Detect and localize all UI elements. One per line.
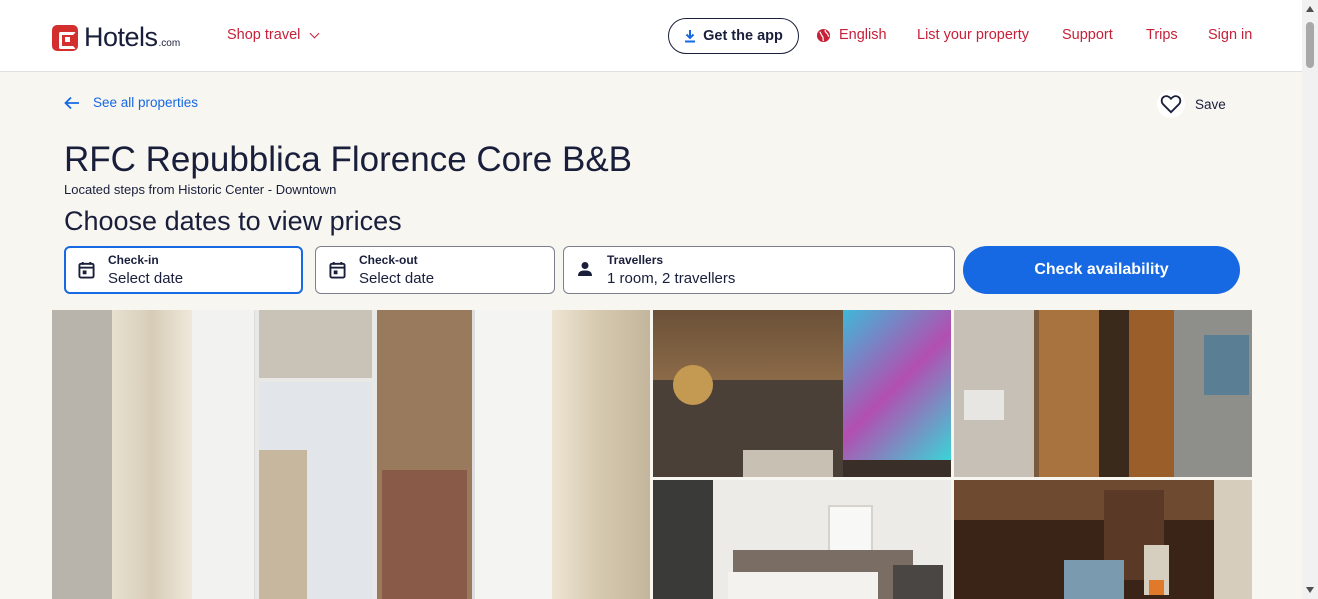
shop-travel-label: Shop travel [227,27,301,43]
travellers-label: Travellers [607,253,664,267]
check-in-field[interactable]: Check-in Select date [64,246,303,294]
calendar-icon [329,261,346,279]
check-out-value: Select date [359,270,435,287]
hotels-logo-icon [52,24,78,51]
list-your-property-link[interactable]: List your property [917,27,1029,43]
sign-in-link[interactable]: Sign in [1208,27,1252,43]
choose-dates-heading: Choose dates to view prices [64,206,402,236]
get-app-label: Get the app [703,28,783,44]
language-selector[interactable]: English [816,27,887,43]
travellers-value: 1 room, 2 travellers [607,270,736,287]
check-out-field[interactable]: Check-out Select date [315,246,555,294]
scroll-up-arrow-icon[interactable] [1306,6,1314,12]
calendar-icon [78,261,95,279]
globe-icon [816,28,831,42]
save-label: Save [1195,96,1226,112]
travellers-field[interactable]: Travellers 1 room, 2 travellers [563,246,955,294]
logo-text: Hotels [84,22,158,52]
gallery-photo-entrance[interactable] [954,310,1252,477]
heart-icon [1157,90,1185,118]
chevron-down-icon [309,28,320,38]
download-icon [685,30,696,43]
gallery-photo-piazza[interactable] [653,310,951,477]
top-navbar: Hotels .com Shop travel Get the app Engl… [0,0,1302,72]
check-availability-button[interactable]: Check availability [963,246,1240,294]
scroll-down-arrow-icon[interactable] [1306,587,1314,593]
save-button[interactable]: Save [1157,90,1226,118]
shop-travel-menu[interactable]: Shop travel [227,27,320,43]
logo-suffix: .com [158,38,181,49]
person-icon [578,262,592,276]
see-all-properties-link[interactable]: See all properties [64,95,198,110]
scroll-thumb[interactable] [1306,22,1314,68]
arrow-left-icon [64,96,79,109]
gallery-main-photo[interactable] [52,310,650,599]
check-out-label: Check-out [359,253,418,267]
property-location: Located steps from Historic Center - Dow… [64,182,337,197]
property-title: RFC Repubblica Florence Core B&B [64,140,633,179]
gallery-photo-bedroom[interactable] [653,480,951,599]
check-in-value: Select date [108,270,184,287]
language-label: English [839,27,887,43]
trips-link[interactable]: Trips [1146,27,1178,43]
see-all-properties-label: See all properties [93,95,199,110]
check-in-label: Check-in [108,253,159,267]
page-scrollbar[interactable] [1302,0,1318,599]
get-the-app-button[interactable]: Get the app [668,18,799,54]
gallery-photo-breakfast[interactable] [954,480,1252,599]
support-link[interactable]: Support [1062,27,1113,43]
hotels-logo[interactable]: Hotels .com [52,22,180,53]
